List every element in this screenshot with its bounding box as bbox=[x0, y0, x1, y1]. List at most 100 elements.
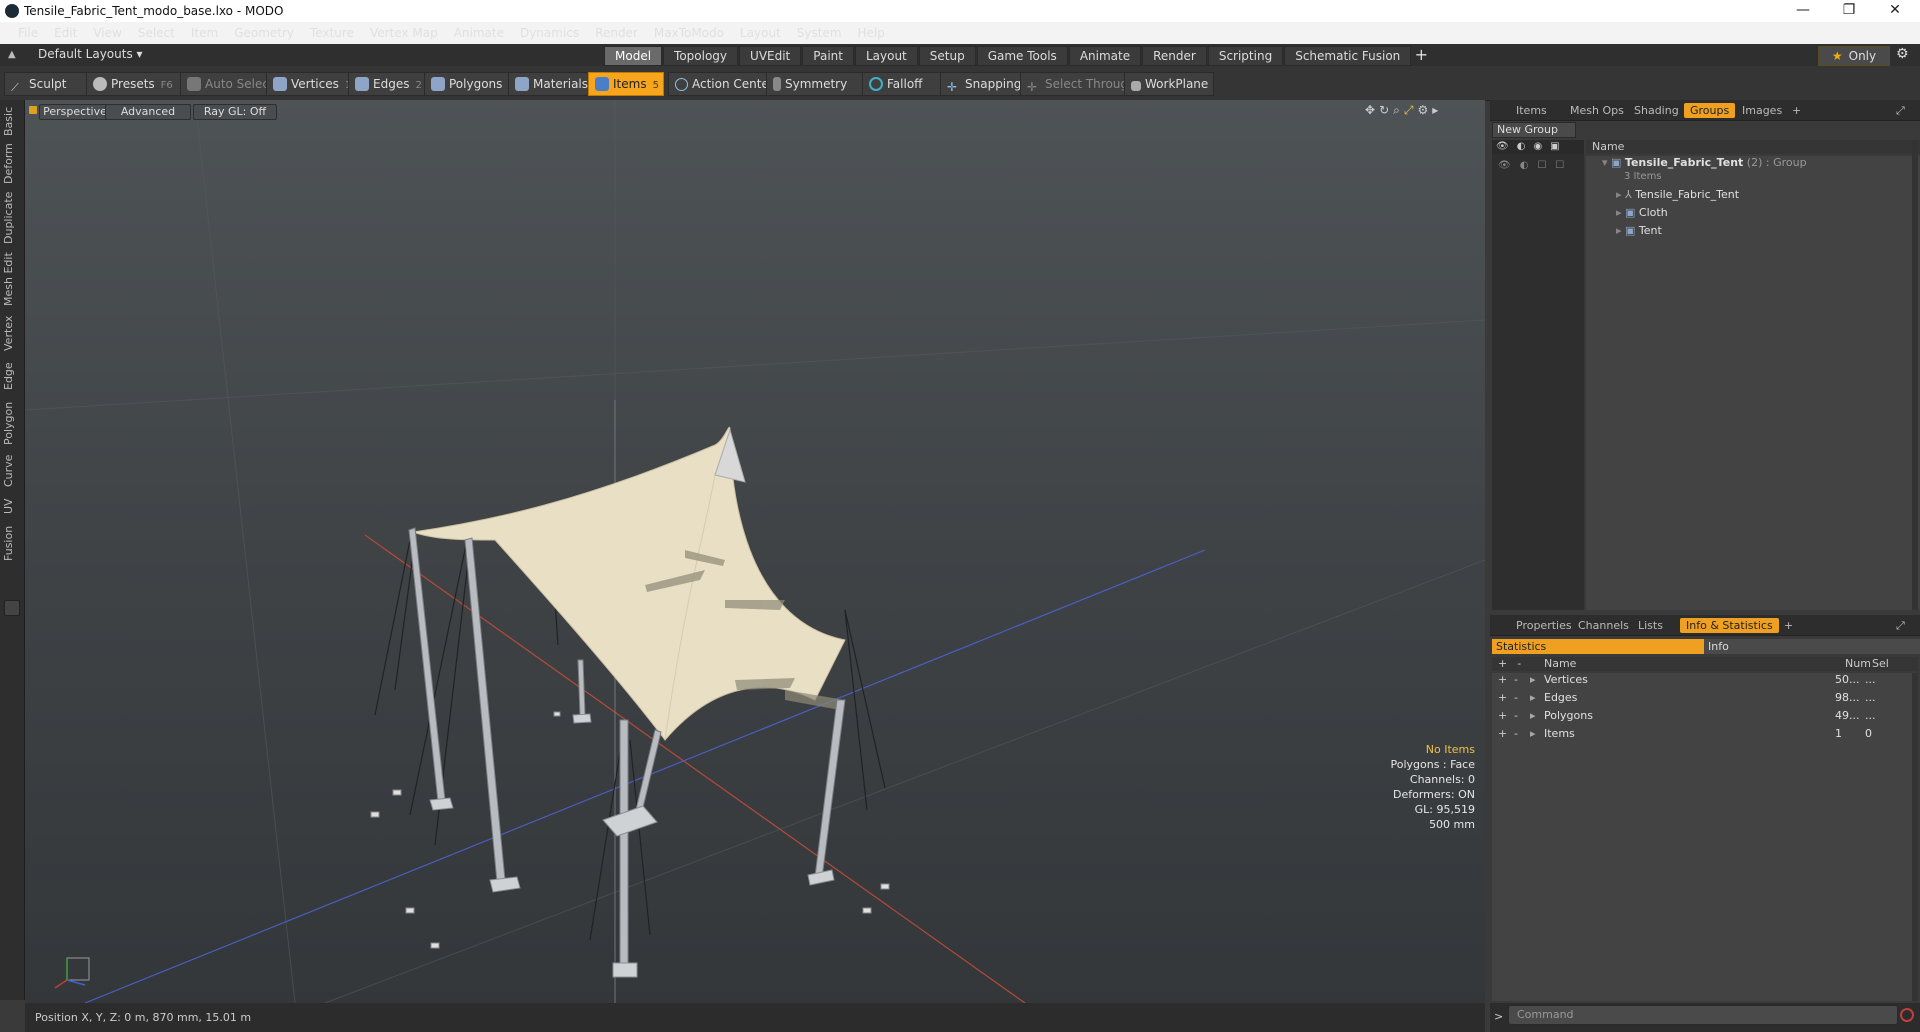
lefttab-uv[interactable]: UV bbox=[2, 496, 22, 516]
stats-row[interactable]: + - ▸ Vertices 50...... bbox=[1498, 671, 1918, 689]
add-layout-tab-button[interactable]: + bbox=[1412, 46, 1430, 64]
vertices-button[interactable]: Vertices1 bbox=[266, 72, 358, 96]
menu-item[interactable]: Item bbox=[183, 22, 226, 44]
lefttab-polygon[interactable]: Polygon bbox=[2, 400, 22, 446]
stats-scrollbar[interactable] bbox=[1912, 673, 1918, 1001]
group-child-row[interactable]: ▸ ▣ Tent bbox=[1616, 222, 1662, 240]
remove-icon[interactable]: - bbox=[1514, 725, 1530, 743]
panel-toggle-icon[interactable] bbox=[4, 600, 20, 616]
stats-row[interactable]: + - ▸ Edges 98...... bbox=[1498, 689, 1918, 707]
tab-game-tools[interactable]: Game Tools bbox=[976, 46, 1068, 66]
remove-stat-icon[interactable]: - bbox=[1517, 657, 1531, 670]
tab-channels[interactable]: Channels bbox=[1572, 618, 1635, 633]
add-icon[interactable]: + bbox=[1498, 707, 1514, 725]
group-child-row[interactable]: ▸ ▣ Cloth bbox=[1616, 204, 1668, 222]
presets-button[interactable]: Presets F6 bbox=[86, 72, 184, 96]
falloff-button[interactable]: Falloff bbox=[862, 72, 946, 96]
statistics-subtab[interactable]: Statistics bbox=[1492, 639, 1704, 654]
symmetry-button[interactable]: Symmetry bbox=[766, 72, 872, 96]
remove-icon[interactable]: - bbox=[1514, 689, 1530, 707]
lefttab-duplicate[interactable]: Duplicate bbox=[2, 192, 22, 244]
name-column-header[interactable]: Name bbox=[1586, 140, 1920, 154]
panel-expand-icon[interactable]: ⤢ bbox=[1890, 103, 1911, 118]
menu-geometry[interactable]: Geometry bbox=[226, 22, 302, 44]
group-render-icon[interactable]: ◐ bbox=[1520, 160, 1538, 171]
lefttab-vertex[interactable]: Vertex bbox=[2, 314, 22, 352]
group-eye-icon[interactable]: 👁 bbox=[1498, 160, 1520, 171]
expand-toggle-icon[interactable]: ▾ bbox=[1602, 156, 1611, 169]
menu-animate[interactable]: Animate bbox=[446, 22, 512, 44]
eye-icon[interactable]: 👁 bbox=[1496, 141, 1517, 152]
menu-dynamics[interactable]: Dynamics bbox=[512, 22, 587, 44]
gear-icon[interactable]: ⚙ bbox=[1896, 46, 1909, 62]
view-settings-icon[interactable]: ⚙ bbox=[1417, 103, 1432, 117]
menu-edit[interactable]: Edit bbox=[46, 22, 85, 44]
add-icon[interactable]: + bbox=[1498, 671, 1514, 689]
tab-properties[interactable]: Properties bbox=[1510, 618, 1578, 633]
raygl-toggle[interactable]: Ray GL: Off bbox=[193, 104, 277, 120]
edges-button[interactable]: Edges 2 bbox=[348, 72, 432, 96]
layout-collapse-icon[interactable]: ▲ bbox=[8, 49, 20, 61]
viewport-menu-icon[interactable] bbox=[29, 106, 37, 114]
remove-icon[interactable]: - bbox=[1514, 671, 1530, 689]
add-stat-icon[interactable]: + bbox=[1498, 657, 1517, 670]
stats-num-header[interactable]: Num bbox=[1845, 657, 1871, 671]
rotate-view-icon[interactable]: ↻ bbox=[1379, 103, 1393, 117]
group-child-row[interactable]: ▸ ⅄ Tensile_Fabric_Tent bbox=[1616, 186, 1739, 204]
groups-scrollbar[interactable] bbox=[1912, 140, 1918, 610]
tab-layout[interactable]: Layout bbox=[854, 46, 918, 66]
menu-select[interactable]: Select bbox=[130, 22, 183, 44]
lefttab-mesh-edit[interactable]: Mesh Edit bbox=[2, 252, 22, 306]
menu-maxtomodo[interactable]: MaxToModo bbox=[646, 22, 732, 44]
menu-system[interactable]: System bbox=[789, 22, 850, 44]
stats-name-header[interactable]: Name bbox=[1544, 657, 1784, 671]
shading-dropdown[interactable]: Advanced bbox=[105, 104, 191, 120]
only-toggle[interactable]: ★ Only bbox=[1818, 46, 1890, 66]
select-icon[interactable]: ▣ bbox=[1550, 141, 1567, 152]
tab-shading[interactable]: Shading bbox=[1628, 103, 1685, 118]
tab-paint[interactable]: Paint bbox=[802, 46, 854, 66]
expand-arrow-icon[interactable]: ▸ bbox=[1530, 671, 1544, 689]
add-stats-tab-button[interactable]: + bbox=[1778, 618, 1799, 633]
perspective-dropdown[interactable]: Perspective bbox=[39, 104, 111, 120]
workplane-button[interactable]: WorkPlane bbox=[1124, 72, 1214, 96]
menu-view[interactable]: View bbox=[85, 22, 129, 44]
stats-row[interactable]: + - ▸ Polygons 49...... bbox=[1498, 707, 1918, 725]
tab-setup[interactable]: Setup bbox=[918, 46, 976, 66]
menu-help[interactable]: Help bbox=[850, 22, 893, 44]
menu-file[interactable]: File bbox=[10, 22, 46, 44]
lefttab-basic[interactable]: Basic bbox=[2, 106, 22, 136]
polygons-button[interactable]: Polygons bbox=[424, 72, 516, 96]
move-view-icon[interactable]: ✥ bbox=[1365, 103, 1379, 117]
add-icon[interactable]: + bbox=[1498, 689, 1514, 707]
minimize-button[interactable]: — bbox=[1780, 0, 1826, 22]
tab-topology[interactable]: Topology bbox=[663, 46, 739, 66]
tab-lists[interactable]: Lists bbox=[1632, 618, 1669, 633]
add-icon[interactable]: + bbox=[1498, 725, 1514, 743]
tab-animate[interactable]: Animate bbox=[1068, 46, 1142, 66]
render-icon[interactable]: ◐ bbox=[1517, 141, 1534, 152]
group-select-checkbox[interactable]: ☐ bbox=[1555, 160, 1573, 171]
tab-info-statistics[interactable]: Info & Statistics bbox=[1680, 618, 1779, 633]
lefttab-deform[interactable]: Deform bbox=[2, 143, 22, 184]
tab-groups[interactable]: Groups bbox=[1684, 103, 1736, 118]
expand-arrow-icon[interactable]: ▸ bbox=[1530, 689, 1544, 707]
add-panel-tab-button[interactable]: + bbox=[1786, 103, 1807, 118]
menu-layout[interactable]: Layout bbox=[732, 22, 789, 44]
new-group-button[interactable]: New Group bbox=[1492, 122, 1576, 138]
menu-render[interactable]: Render bbox=[587, 22, 646, 44]
menu-texture[interactable]: Texture bbox=[302, 22, 362, 44]
group-lock-checkbox[interactable]: ☐ bbox=[1537, 160, 1555, 171]
lefttab-curve[interactable]: Curve bbox=[2, 454, 22, 488]
snapping-button[interactable]: ✛ Snapping bbox=[940, 72, 1024, 96]
materials-button[interactable]: Materials bbox=[508, 72, 592, 96]
select-through-button[interactable]: ✛ Select Through bbox=[1020, 72, 1136, 96]
zoom-view-icon[interactable]: ⌕ bbox=[1393, 103, 1404, 117]
tab-uvedit[interactable]: UVEdit bbox=[739, 46, 802, 66]
stats-row[interactable]: + - ▸ Items 1 0 bbox=[1498, 725, 1918, 743]
remove-icon[interactable]: - bbox=[1514, 707, 1530, 725]
lefttab-fusion[interactable]: Fusion bbox=[2, 524, 22, 562]
tab-render[interactable]: Render bbox=[1142, 46, 1207, 66]
command-input[interactable]: Command bbox=[1508, 1005, 1898, 1025]
expand-arrow-icon[interactable]: ▸ bbox=[1530, 707, 1544, 725]
